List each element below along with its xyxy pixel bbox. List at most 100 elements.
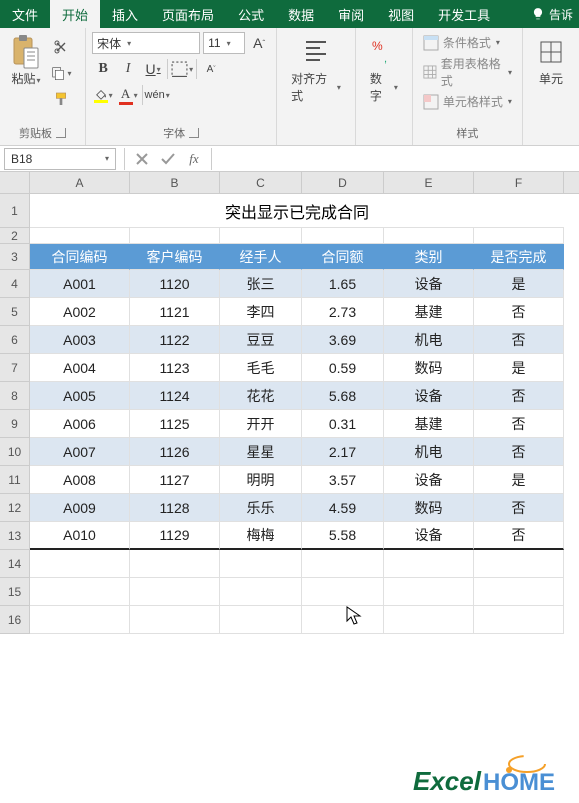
cell[interactable]: 2.73 bbox=[302, 298, 384, 326]
cell[interactable] bbox=[474, 606, 564, 634]
row-header[interactable]: 14 bbox=[0, 550, 30, 578]
cell[interactable]: 否 bbox=[474, 494, 564, 522]
cell[interactable]: 设备 bbox=[384, 466, 474, 494]
cell[interactable]: 1121 bbox=[130, 298, 220, 326]
cell[interactable]: 0.31 bbox=[302, 410, 384, 438]
cell[interactable]: 5.58 bbox=[302, 522, 384, 550]
th-completed[interactable]: 是否完成 bbox=[474, 244, 564, 270]
cell[interactable]: 张三 bbox=[220, 270, 302, 298]
cell[interactable]: 明明 bbox=[220, 466, 302, 494]
tab-data[interactable]: 数据 bbox=[276, 0, 326, 28]
name-box[interactable]: B18▾ bbox=[4, 148, 116, 170]
cell[interactable]: 3.69 bbox=[302, 326, 384, 354]
tell-me[interactable]: 告诉 bbox=[531, 6, 579, 23]
conditional-format-button[interactable]: 条件格式▾ bbox=[423, 34, 512, 51]
cell[interactable]: 1120 bbox=[130, 270, 220, 298]
row-header[interactable]: 12 bbox=[0, 494, 30, 522]
cell[interactable]: 数码 bbox=[384, 354, 474, 382]
cell[interactable]: 设备 bbox=[384, 270, 474, 298]
row-header[interactable]: 4 bbox=[0, 270, 30, 298]
row-header[interactable]: 7 bbox=[0, 354, 30, 382]
cell[interactable]: 开开 bbox=[220, 410, 302, 438]
row-header[interactable]: 13 bbox=[0, 522, 30, 550]
cell[interactable]: 否 bbox=[474, 382, 564, 410]
paste-button[interactable]: 粘贴▾ bbox=[6, 32, 46, 110]
row-header[interactable]: 5 bbox=[0, 298, 30, 326]
fill-color-button[interactable]: ▾ bbox=[92, 84, 114, 106]
decrease-font-button[interactable]: Aˇ bbox=[200, 58, 222, 80]
phonetic-button[interactable]: wén▾ bbox=[146, 84, 168, 106]
cell[interactable]: 1123 bbox=[130, 354, 220, 382]
cell[interactable] bbox=[30, 550, 130, 578]
copy-button[interactable]: ▾ bbox=[50, 62, 72, 84]
cell[interactable] bbox=[220, 228, 302, 244]
cell[interactable]: A005 bbox=[30, 382, 130, 410]
cell[interactable]: A002 bbox=[30, 298, 130, 326]
cell[interactable]: 豆豆 bbox=[220, 326, 302, 354]
font-color-button[interactable]: A▾ bbox=[117, 84, 139, 106]
cell[interactable] bbox=[302, 578, 384, 606]
enter-button[interactable] bbox=[155, 148, 181, 170]
cell[interactable]: 是 bbox=[474, 354, 564, 382]
cell[interactable]: A009 bbox=[30, 494, 130, 522]
cell[interactable]: 是 bbox=[474, 270, 564, 298]
cell[interactable]: A007 bbox=[30, 438, 130, 466]
cell[interactable] bbox=[384, 606, 474, 634]
col-header-a[interactable]: A bbox=[30, 172, 130, 193]
th-amount[interactable]: 合同额 bbox=[302, 244, 384, 270]
tab-insert[interactable]: 插入 bbox=[100, 0, 150, 28]
tab-formulas[interactable]: 公式 bbox=[226, 0, 276, 28]
cell[interactable]: 乐乐 bbox=[220, 494, 302, 522]
cell[interactable] bbox=[474, 578, 564, 606]
cell[interactable]: 1128 bbox=[130, 494, 220, 522]
row-header[interactable]: 9 bbox=[0, 410, 30, 438]
cell[interactable]: A010 bbox=[30, 522, 130, 550]
cell[interactable]: 花花 bbox=[220, 382, 302, 410]
cell[interactable] bbox=[384, 578, 474, 606]
underline-button[interactable]: U▾ bbox=[142, 58, 164, 80]
cell[interactable] bbox=[30, 228, 130, 244]
th-category[interactable]: 类别 bbox=[384, 244, 474, 270]
format-painter-button[interactable] bbox=[50, 88, 72, 110]
th-handler[interactable]: 经手人 bbox=[220, 244, 302, 270]
border-button[interactable]: ▾ bbox=[171, 58, 193, 80]
cell[interactable]: 否 bbox=[474, 438, 564, 466]
th-customer-code[interactable]: 客户编码 bbox=[130, 244, 220, 270]
alignment-button[interactable]: 对齐方式▾ bbox=[283, 32, 349, 104]
cell[interactable]: 梅梅 bbox=[220, 522, 302, 550]
tab-review[interactable]: 审阅 bbox=[326, 0, 376, 28]
cell[interactable]: 是 bbox=[474, 466, 564, 494]
cell[interactable]: 1.65 bbox=[302, 270, 384, 298]
cell[interactable] bbox=[302, 228, 384, 244]
cell[interactable] bbox=[474, 228, 564, 244]
cell[interactable]: 毛毛 bbox=[220, 354, 302, 382]
cell[interactable]: 李四 bbox=[220, 298, 302, 326]
cell[interactable]: 0.59 bbox=[302, 354, 384, 382]
cell[interactable] bbox=[30, 606, 130, 634]
cell[interactable]: 否 bbox=[474, 298, 564, 326]
col-header-b[interactable]: B bbox=[130, 172, 220, 193]
format-table-button[interactable]: 套用表格格式▾ bbox=[423, 55, 512, 89]
bold-button[interactable]: B bbox=[92, 58, 114, 80]
row-header[interactable]: 1 bbox=[0, 194, 30, 228]
row-header[interactable]: 15 bbox=[0, 578, 30, 606]
col-header-e[interactable]: E bbox=[384, 172, 474, 193]
cell[interactable] bbox=[130, 606, 220, 634]
cell[interactable]: A004 bbox=[30, 354, 130, 382]
cell[interactable]: 3.57 bbox=[302, 466, 384, 494]
increase-font-button[interactable]: Aˆ bbox=[248, 32, 270, 54]
cell[interactable]: 4.59 bbox=[302, 494, 384, 522]
tab-page-layout[interactable]: 页面布局 bbox=[150, 0, 226, 28]
row-header[interactable]: 2 bbox=[0, 228, 30, 244]
cell[interactable]: 否 bbox=[474, 410, 564, 438]
cell[interactable]: 1127 bbox=[130, 466, 220, 494]
cell[interactable]: 2.17 bbox=[302, 438, 384, 466]
col-header-d[interactable]: D bbox=[302, 172, 384, 193]
font-launcher[interactable] bbox=[189, 128, 199, 138]
title-cell[interactable]: 突出显示已完成合同 bbox=[30, 194, 564, 228]
cell[interactable]: A003 bbox=[30, 326, 130, 354]
number-button[interactable]: %, 数字▾ bbox=[362, 32, 406, 104]
fx-button[interactable]: fx bbox=[181, 148, 207, 170]
cell[interactable] bbox=[130, 578, 220, 606]
th-contract-code[interactable]: 合同编码 bbox=[30, 244, 130, 270]
